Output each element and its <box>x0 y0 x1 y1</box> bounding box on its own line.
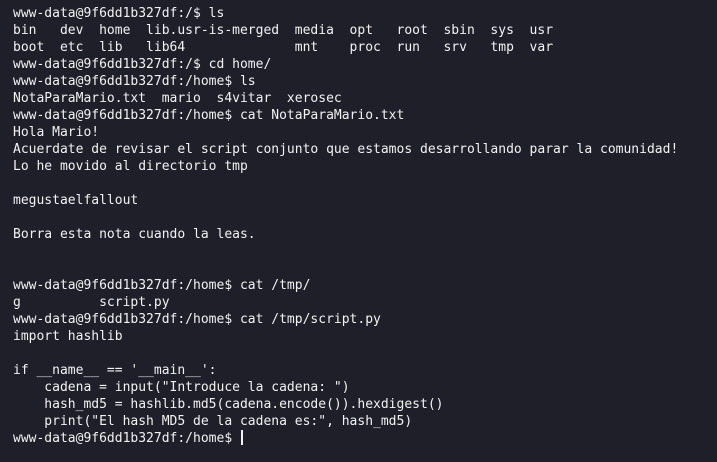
terminal-line: boot etc lib lib64 mnt proc run srv tmp … <box>13 40 554 55</box>
terminal-line: bin dev home lib.usr-is-merged media opt… <box>13 23 554 38</box>
terminal-line: if __name__ == '__main__': <box>13 363 217 378</box>
terminal-line: www-data@9f6dd1b327df:/home$ cat NotaPar… <box>13 108 405 123</box>
text-cursor <box>240 430 243 445</box>
terminal-line: www-data@9f6dd1b327df:/home$ cat /tmp/ <box>13 278 311 293</box>
terminal-line: megustaelfallout <box>13 193 139 208</box>
terminal-window[interactable]: www-data@9f6dd1b327df:/$ ls bin dev home … <box>0 0 717 462</box>
terminal-line: Lo he movido al directorio tmp <box>13 159 248 174</box>
terminal-line: www-data@9f6dd1b327df:/home$ cat /tmp/sc… <box>13 312 381 327</box>
terminal-line: www-data@9f6dd1b327df:/$ ls <box>13 6 225 21</box>
terminal-line: import hashlib <box>13 329 123 344</box>
terminal-line: Hola Mario! <box>13 125 100 140</box>
command-line[interactable]: www-data@9f6dd1b327df:/home$ <box>13 430 717 447</box>
terminal-line: NotaParaMario.txt mario s4vitar xerosec <box>13 91 342 106</box>
terminal-line: hash_md5 = hashlib.md5(cadena.encode()).… <box>13 397 444 412</box>
terminal-line: cadena = input("Introduce la cadena: ") <box>13 380 350 395</box>
terminal-output: www-data@9f6dd1b327df:/$ ls bin dev home … <box>13 5 717 430</box>
terminal-line: Acuerdate de revisar el script conjunto … <box>13 142 679 157</box>
terminal-line: Borra esta nota cuando la leas. <box>13 227 256 242</box>
terminal-line: www-data@9f6dd1b327df:/$ cd home/ <box>13 57 272 72</box>
terminal-line: print("El hash MD5 de la cadena es:", ha… <box>13 414 413 429</box>
terminal-line: www-data@9f6dd1b327df:/home$ ls <box>13 74 256 89</box>
shell-prompt: www-data@9f6dd1b327df:/home$ <box>13 431 240 446</box>
terminal-line: g script.py <box>13 295 170 310</box>
